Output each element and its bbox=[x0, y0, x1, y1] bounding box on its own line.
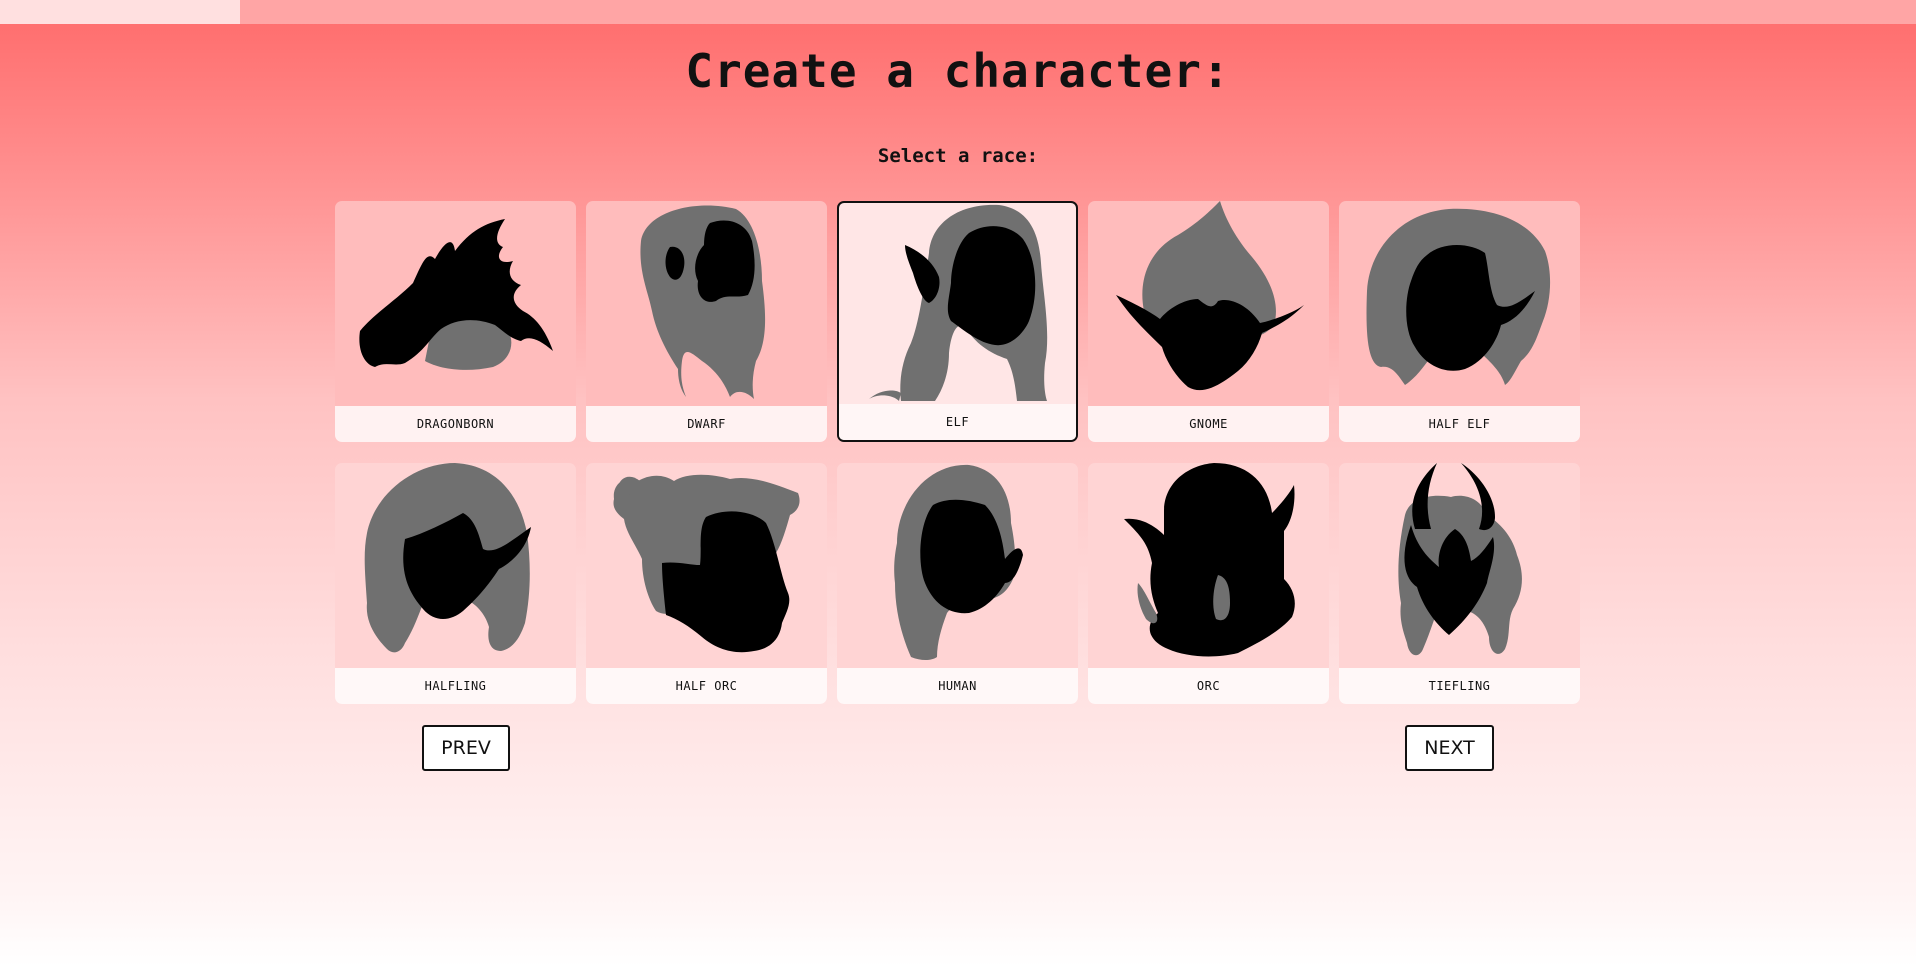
race-card-gnome[interactable]: GNOME bbox=[1088, 201, 1329, 442]
gnome-icon bbox=[1116, 201, 1304, 391]
race-label: GNOME bbox=[1088, 406, 1329, 442]
race-label: ORC bbox=[1088, 668, 1329, 704]
page-title: Create a character: bbox=[685, 44, 1231, 98]
dragonborn-icon bbox=[359, 219, 553, 370]
halfling-icon bbox=[364, 463, 531, 653]
race-label: TIEFLING bbox=[1339, 668, 1580, 704]
half-orc-icon bbox=[613, 474, 800, 653]
dwarf-icon bbox=[640, 205, 766, 399]
race-label: HALF ORC bbox=[586, 668, 827, 704]
elf-icon bbox=[869, 204, 1048, 401]
race-label: HALF ELF bbox=[1339, 406, 1580, 442]
race-label: HUMAN bbox=[837, 668, 1078, 704]
next-button[interactable]: NEXT bbox=[1405, 725, 1494, 771]
orc-icon bbox=[1124, 463, 1295, 657]
race-card-tiefling[interactable]: TIEFLING bbox=[1339, 463, 1580, 704]
race-card-halfling[interactable]: HALFLING bbox=[335, 463, 576, 704]
tiefling-icon bbox=[1398, 463, 1522, 656]
race-label: ELF bbox=[839, 404, 1076, 440]
race-card-dragonborn[interactable]: DRAGONBORN bbox=[335, 201, 576, 442]
race-label: HALFLING bbox=[335, 668, 576, 704]
race-card-human[interactable]: HUMAN bbox=[837, 463, 1078, 704]
progress-bar bbox=[0, 0, 1916, 24]
prev-button[interactable]: PREV bbox=[422, 725, 510, 771]
half-elf-icon bbox=[1366, 208, 1551, 385]
race-grid: DRAGONBORN DWARF ELF GNOME HALF ELF HALF… bbox=[335, 201, 1580, 704]
race-card-half-orc[interactable]: HALF ORC bbox=[586, 463, 827, 704]
race-prompt: Select a race: bbox=[877, 145, 1039, 167]
human-icon bbox=[894, 464, 1023, 660]
race-label: DWARF bbox=[586, 406, 827, 442]
race-card-half-elf[interactable]: HALF ELF bbox=[1339, 201, 1580, 442]
race-card-elf[interactable]: ELF bbox=[837, 201, 1078, 442]
progress-bar-fill bbox=[0, 0, 240, 24]
race-card-orc[interactable]: ORC bbox=[1088, 463, 1329, 704]
race-card-dwarf[interactable]: DWARF bbox=[586, 201, 827, 442]
race-label: DRAGONBORN bbox=[335, 406, 576, 442]
